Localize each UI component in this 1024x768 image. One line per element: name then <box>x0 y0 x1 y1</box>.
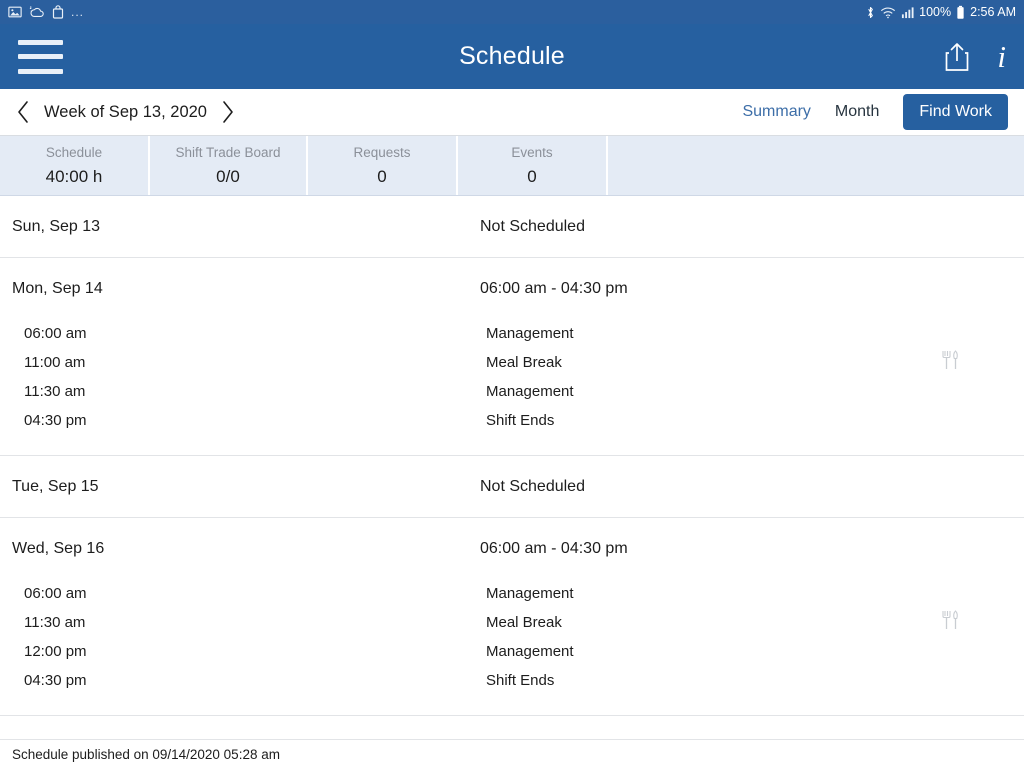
segment-row: 06:00 am Management <box>0 319 1024 348</box>
segment-time: 04:30 pm <box>24 412 87 429</box>
app-header: Schedule i <box>0 24 1024 89</box>
stat-label: Events <box>511 144 553 160</box>
segment-label: Management <box>486 585 574 602</box>
segment-label: Meal Break <box>486 614 562 631</box>
summary-link[interactable]: Summary <box>742 103 810 121</box>
segment-time: 11:30 am <box>24 614 86 631</box>
status-overflow-dots: ... <box>71 5 85 19</box>
battery-full-icon <box>956 5 965 20</box>
day-header: Mon, Sep 14 06:00 am - 04:30 pm <box>0 258 1024 319</box>
day-header: Tue, Sep 15 Not Scheduled <box>0 456 1024 517</box>
chevron-right-icon[interactable] <box>219 100 237 124</box>
bluetooth-icon <box>866 5 875 20</box>
day-segments: 06:00 am Management 11:00 am Meal Break <box>0 319 1024 455</box>
day-header: Thu, Sep 17 06:00 am - 04:30 pm <box>0 716 1024 740</box>
segment-row: 06:00 am Management <box>0 579 1024 608</box>
stat-schedule[interactable]: Schedule 40:00 h <box>0 136 150 195</box>
info-icon[interactable]: i <box>997 41 1006 72</box>
share-icon[interactable] <box>943 41 971 73</box>
segment-row: 04:30 pm Shift Ends <box>0 406 1024 435</box>
day-name: Tue, Sep 15 <box>12 477 99 495</box>
day-row-mon[interactable]: Mon, Sep 14 06:00 am - 04:30 pm 06:00 am… <box>0 258 1024 456</box>
day-status: 06:00 am - 04:30 pm <box>480 539 628 557</box>
segment-label: Management <box>486 383 574 400</box>
stat-label: Shift Trade Board <box>175 144 281 160</box>
stat-filler <box>608 136 1024 195</box>
segment-label: Management <box>486 643 574 660</box>
day-row-thu[interactable]: Thu, Sep 17 06:00 am - 04:30 pm <box>0 716 1024 740</box>
day-row-wed[interactable]: Wed, Sep 16 06:00 am - 04:30 pm 06:00 am… <box>0 518 1024 716</box>
day-name: Sun, Sep 13 <box>12 217 101 235</box>
segment-row: 04:30 pm Shift Ends <box>0 666 1024 695</box>
week-label: Week of Sep 13, 2020 <box>44 102 207 121</box>
publish-status-text: Schedule published on 09/14/2020 05:28 a… <box>12 746 280 762</box>
day-segments: 06:00 am Management 11:30 am Meal Break <box>0 579 1024 715</box>
day-status: Not Scheduled <box>480 477 585 495</box>
day-header: Wed, Sep 16 06:00 am - 04:30 pm <box>0 518 1024 579</box>
day-name: Wed, Sep 16 <box>12 539 105 557</box>
day-status: 06:00 am - 04:30 pm <box>480 738 628 740</box>
day-name: Thu, Sep 17 <box>12 738 480 740</box>
utensils-icon <box>942 349 960 376</box>
week-navigation-bar: Week of Sep 13, 2020 Summary Month Find … <box>0 89 1024 136</box>
segment-time: 06:00 am <box>24 585 87 602</box>
segment-row: 11:30 am Meal Break <box>0 608 1024 637</box>
segment-label: Shift Ends <box>486 412 555 429</box>
app-header-actions: i <box>943 41 1006 73</box>
wifi-icon <box>880 6 896 19</box>
segment-time: 12:00 pm <box>24 643 87 660</box>
segment-time: 04:30 pm <box>24 672 87 689</box>
segment-row: 12:00 pm Management <box>0 637 1024 666</box>
stat-value: 0 <box>527 166 537 186</box>
stat-requests[interactable]: Requests 0 <box>308 136 458 195</box>
shopping-bag-icon <box>52 5 64 19</box>
utensils-icon <box>942 609 960 636</box>
day-row-sun[interactable]: Sun, Sep 13 Not Scheduled <box>0 196 1024 258</box>
week-selector: Week of Sep 13, 2020 <box>14 100 237 124</box>
day-name: Mon, Sep 14 <box>12 279 103 297</box>
day-header: Sun, Sep 13 Not Scheduled <box>0 196 1024 257</box>
schedule-screen: ... 100% 2:56 AM Schedule i Week of Sep … <box>0 0 1024 768</box>
week-actions: Summary Month Find Work <box>742 94 1008 130</box>
stat-shift-trade-board[interactable]: Shift Trade Board 0/0 <box>150 136 308 195</box>
system-status-bar: ... 100% 2:56 AM <box>0 0 1024 24</box>
chevron-left-icon[interactable] <box>14 100 32 124</box>
stat-label: Requests <box>353 144 411 160</box>
page-title: Schedule <box>459 42 565 70</box>
segment-row: 11:00 am Meal Break <box>0 348 1024 377</box>
day-row-tue[interactable]: Tue, Sep 15 Not Scheduled <box>0 456 1024 518</box>
day-status: 06:00 am - 04:30 pm <box>480 279 628 297</box>
clock-label: 2:56 AM <box>970 5 1016 19</box>
schedule-list[interactable]: Sun, Sep 13 Not Scheduled Mon, Sep 14 06… <box>0 196 1024 739</box>
find-work-button[interactable]: Find Work <box>903 94 1008 130</box>
stat-label: Schedule <box>45 144 103 160</box>
segment-time: 06:00 am <box>24 325 87 342</box>
day-status: Not Scheduled <box>480 217 585 235</box>
segment-label: Management <box>486 325 574 342</box>
battery-percent-label: 100% <box>919 5 952 19</box>
stat-events[interactable]: Events 0 <box>458 136 608 195</box>
summary-stats-bar: Schedule 40:00 h Shift Trade Board 0/0 R… <box>0 136 1024 196</box>
segment-time: 11:00 am <box>24 354 86 371</box>
stat-value: 40:00 h <box>45 166 103 186</box>
segment-row: 11:30 am Management <box>0 377 1024 406</box>
month-link[interactable]: Month <box>835 103 879 121</box>
stat-value: 0/0 <box>216 166 240 186</box>
segment-time: 11:30 am <box>24 383 86 400</box>
footer-bar: Schedule published on 09/14/2020 05:28 a… <box>0 739 1024 768</box>
weather-icon <box>29 5 45 19</box>
segment-label: Shift Ends <box>486 672 555 689</box>
segment-label: Meal Break <box>486 354 562 371</box>
cellular-signal-icon <box>901 6 914 19</box>
stat-value: 0 <box>377 166 387 186</box>
image-icon <box>8 5 22 19</box>
status-bar-left: ... <box>8 5 84 19</box>
status-bar-right: 100% 2:56 AM <box>866 5 1016 20</box>
